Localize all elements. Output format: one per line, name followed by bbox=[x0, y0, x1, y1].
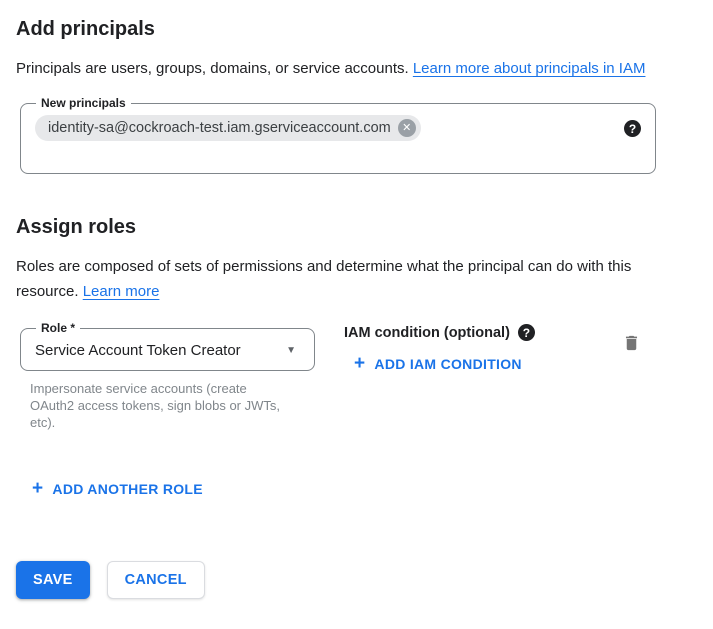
page-title: Add principals bbox=[16, 16, 697, 42]
role-row: Role * Service Account Token Creator ▼ I… bbox=[16, 321, 656, 431]
roles-description: Roles are composed of sets of permission… bbox=[16, 254, 648, 304]
role-label: Role * bbox=[36, 321, 80, 335]
cancel-button[interactable]: CANCEL bbox=[107, 561, 205, 599]
add-another-role-button[interactable]: + ADD ANOTHER ROLE bbox=[24, 473, 211, 504]
save-button[interactable]: SAVE bbox=[16, 561, 90, 599]
new-principals-field[interactable]: New principals identity-sa@cockroach-tes… bbox=[20, 96, 656, 174]
principals-description: Principals are users, groups, domains, o… bbox=[16, 56, 648, 81]
role-column: Role * Service Account Token Creator ▼ I… bbox=[20, 321, 319, 431]
action-bar: SAVE CANCEL bbox=[16, 561, 697, 599]
principal-chip[interactable]: identity-sa@cockroach-test.iam.gservicea… bbox=[35, 115, 421, 141]
iam-condition-help-icon[interactable]: ? bbox=[518, 324, 535, 341]
role-select[interactable]: Role * Service Account Token Creator ▼ bbox=[20, 321, 315, 371]
learn-more-roles-link[interactable]: Learn more bbox=[83, 283, 160, 300]
add-another-role-label: ADD ANOTHER ROLE bbox=[52, 481, 203, 497]
add-iam-condition-label: ADD IAM CONDITION bbox=[374, 356, 521, 372]
add-iam-condition-button[interactable]: + ADD IAM CONDITION bbox=[346, 348, 530, 379]
principals-description-text: Principals are users, groups, domains, o… bbox=[16, 60, 413, 77]
role-selected-value: Service Account Token Creator bbox=[35, 342, 241, 359]
trash-icon bbox=[622, 333, 641, 353]
role-helper-text: Impersonate service accounts (create OAu… bbox=[30, 380, 282, 431]
chevron-down-icon: ▼ bbox=[286, 345, 296, 356]
new-principals-label: New principals bbox=[36, 96, 131, 110]
principal-chip-label: identity-sa@cockroach-test.iam.gservicea… bbox=[48, 120, 391, 136]
chip-remove-icon[interactable]: ✕ bbox=[398, 119, 416, 137]
iam-condition-column: IAM condition (optional) ? + ADD IAM CON… bbox=[344, 321, 535, 379]
iam-condition-label: IAM condition (optional) bbox=[344, 325, 510, 341]
plus-icon: + bbox=[32, 479, 43, 498]
new-principals-help-icon[interactable]: ? bbox=[624, 120, 641, 137]
learn-more-principals-link[interactable]: Learn more about principals in IAM bbox=[413, 60, 646, 77]
plus-icon: + bbox=[354, 354, 365, 373]
assign-roles-title: Assign roles bbox=[16, 214, 697, 240]
delete-role-button[interactable] bbox=[620, 331, 643, 358]
